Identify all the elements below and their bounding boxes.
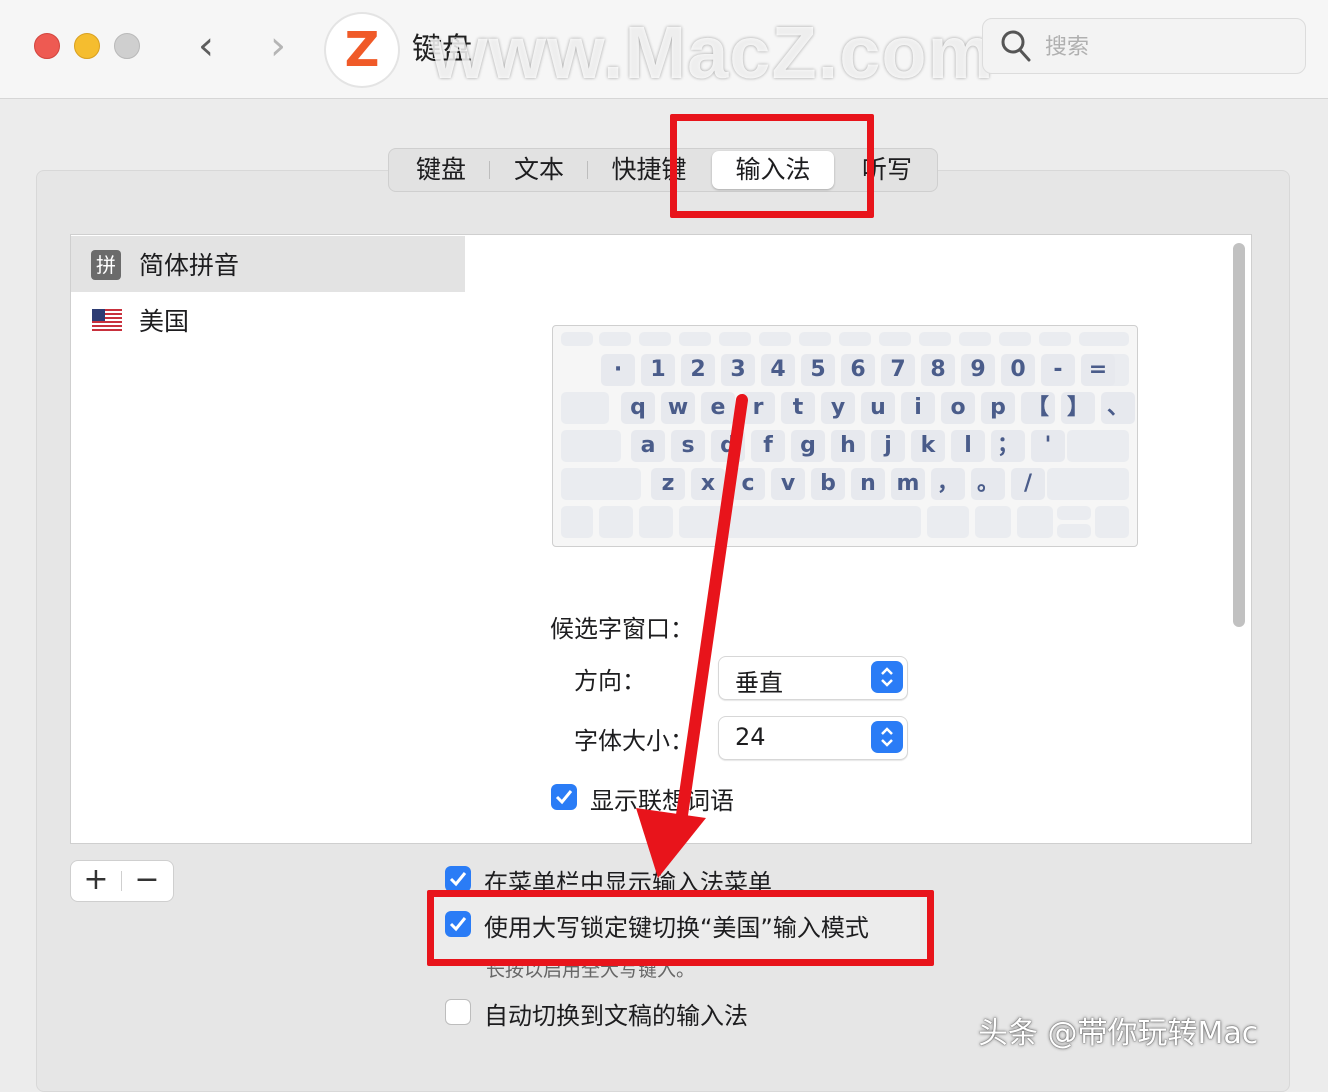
annotation-arrow-icon: [636, 394, 748, 878]
author-signature: 头条 @带你玩转Mac: [978, 1016, 1259, 1051]
